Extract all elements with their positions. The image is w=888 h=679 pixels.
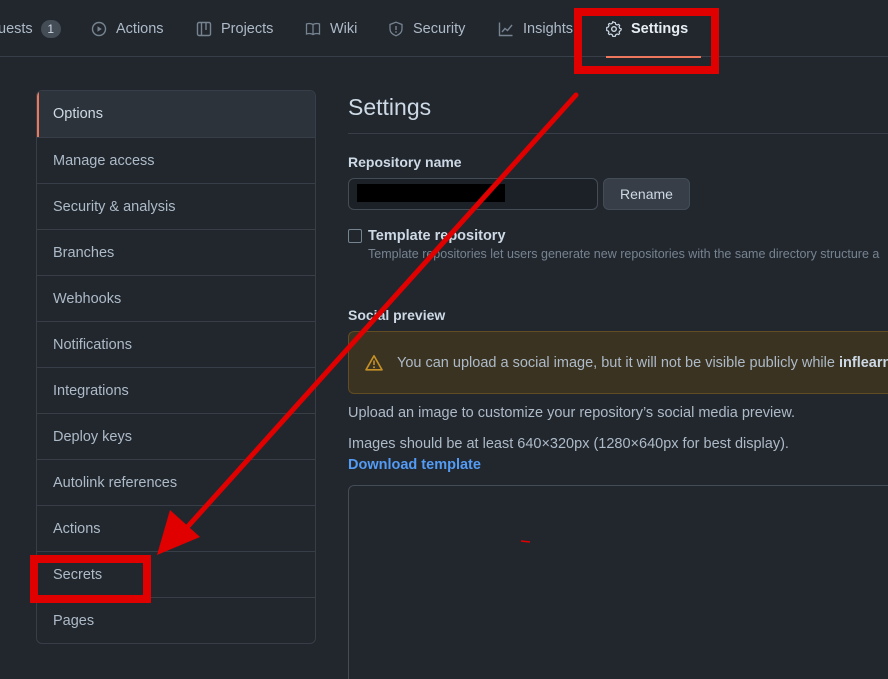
settings-page: uests 1 Actions Projects Wiki Security I… bbox=[0, 0, 888, 679]
annotation-arrow bbox=[157, 92, 579, 555]
